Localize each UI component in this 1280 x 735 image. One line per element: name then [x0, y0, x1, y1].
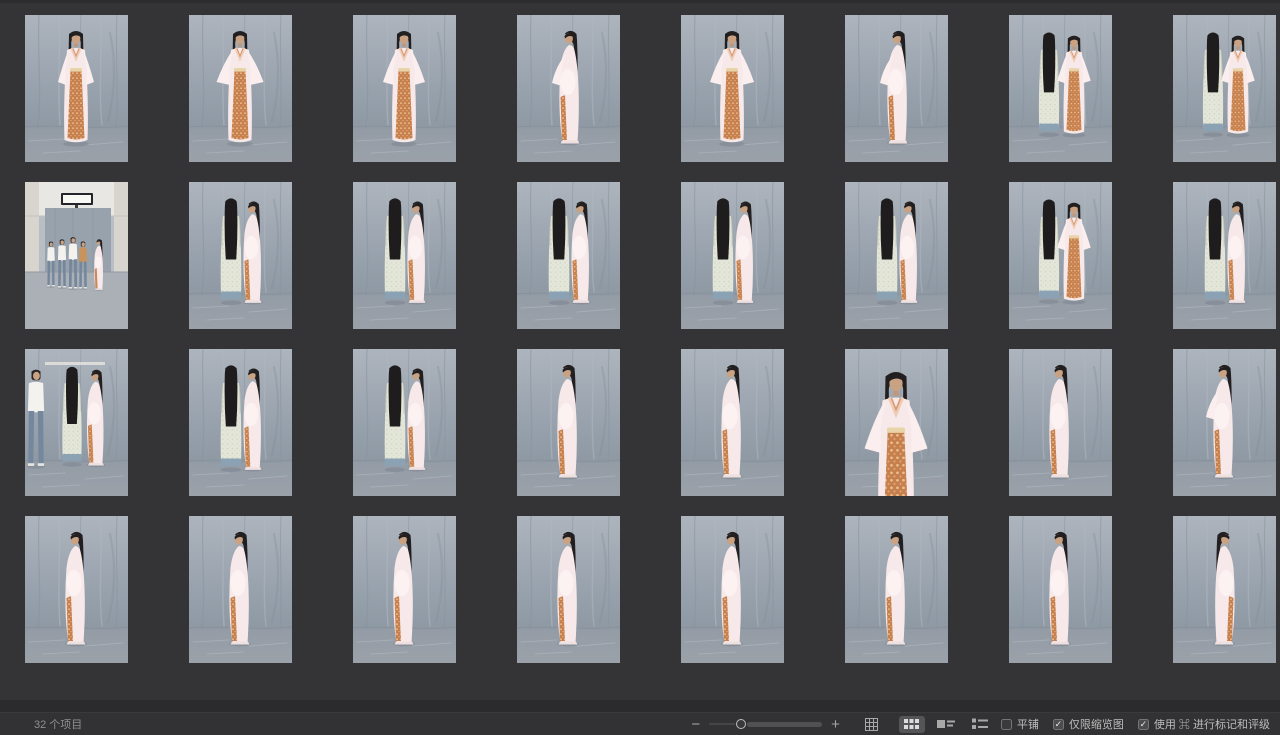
- status-bar-controls: − +: [691, 713, 1280, 735]
- photo-thumbnail[interactable]: [353, 182, 456, 329]
- photo-thumbnail-image: [189, 15, 292, 162]
- photo-thumbnail-image: [845, 182, 948, 329]
- photo-thumbnail-image: [1173, 182, 1276, 329]
- zoom-in-button[interactable]: +: [831, 717, 840, 732]
- checkbox-unchecked-icon[interactable]: [1001, 719, 1012, 730]
- photo-thumbnail[interactable]: [845, 516, 948, 663]
- photo-thumbnail[interactable]: [25, 349, 128, 496]
- photo-thumbnail[interactable]: [189, 349, 292, 496]
- list-view-button[interactable]: [967, 716, 993, 733]
- thumbnail-grid: [0, 0, 1280, 663]
- photo-thumbnail[interactable]: [1009, 349, 1112, 496]
- photo-thumbnail-image: [353, 15, 456, 162]
- photo-thumbnail[interactable]: [189, 15, 292, 162]
- photo-thumbnail[interactable]: [1173, 15, 1276, 162]
- photo-thumbnail-image: [681, 349, 784, 496]
- photo-thumbnail-image: [517, 15, 620, 162]
- photo-thumbnail-image: [1173, 516, 1276, 663]
- photo-thumbnail-image: [1009, 182, 1112, 329]
- list-view-icon: [972, 718, 988, 730]
- photo-thumbnail-image: [1173, 15, 1276, 162]
- photo-thumbnail-image: [189, 182, 292, 329]
- photo-thumbnail[interactable]: [681, 516, 784, 663]
- photo-thumbnail[interactable]: [1009, 15, 1112, 162]
- photo-thumbnail[interactable]: [517, 349, 620, 496]
- photo-thumbnail-image: [353, 349, 456, 496]
- checkbox-label: 平铺: [1017, 716, 1039, 732]
- photo-thumbnail-image: [1009, 349, 1112, 496]
- checkbox-option-2[interactable]: ✓ 使用 ⌘ 进行标记和评级: [1138, 716, 1270, 732]
- photo-thumbnail[interactable]: [1009, 516, 1112, 663]
- photo-thumbnail[interactable]: [681, 182, 784, 329]
- checkbox-option-0[interactable]: 平铺: [1001, 716, 1039, 732]
- photo-thumbnail-image: [25, 349, 128, 496]
- checkbox-checked-icon[interactable]: ✓: [1053, 719, 1064, 730]
- photo-thumbnail-image: [189, 516, 292, 663]
- grid-overlay-button[interactable]: [864, 717, 879, 732]
- photo-thumbnail-image: [25, 516, 128, 663]
- photo-thumbnail[interactable]: [353, 349, 456, 496]
- item-count: 32 个项目: [34, 716, 82, 732]
- grid-view-button[interactable]: [899, 716, 925, 733]
- thumbnail-size-slider[interactable]: [709, 718, 822, 730]
- photo-thumbnail[interactable]: [517, 182, 620, 329]
- slider-track-right: [747, 722, 822, 727]
- photo-thumbnail-image: [845, 15, 948, 162]
- photo-thumbnail-image: [189, 349, 292, 496]
- photo-thumbnail[interactable]: [517, 15, 620, 162]
- photo-thumbnail-image: [517, 349, 620, 496]
- photo-thumbnail[interactable]: [25, 516, 128, 663]
- photo-thumbnail[interactable]: [1173, 182, 1276, 329]
- photo-thumbnail[interactable]: [845, 182, 948, 329]
- photo-thumbnail-image: [681, 516, 784, 663]
- photo-thumbnail[interactable]: [1173, 349, 1276, 496]
- photo-thumbnail[interactable]: [681, 349, 784, 496]
- photo-thumbnail-image: [681, 15, 784, 162]
- grid-view-icon: [904, 719, 919, 730]
- photo-thumbnail[interactable]: [845, 15, 948, 162]
- photo-thumbnail-image: [353, 182, 456, 329]
- photo-thumbnail-image: [517, 516, 620, 663]
- checkbox-checked-icon[interactable]: ✓: [1138, 719, 1149, 730]
- photo-thumbnail[interactable]: [189, 182, 292, 329]
- photo-thumbnail[interactable]: [353, 516, 456, 663]
- grid-overlay-icon: [864, 717, 879, 732]
- photo-thumbnail-image: [681, 182, 784, 329]
- photo-thumbnail[interactable]: [1173, 516, 1276, 663]
- photo-thumbnail-image: [1009, 15, 1112, 162]
- slider-knob[interactable]: [736, 719, 746, 729]
- photo-thumbnail-image: [25, 182, 128, 329]
- status-bar: 32 个项目 − +: [0, 712, 1280, 735]
- photo-thumbnail[interactable]: [25, 15, 128, 162]
- zoom-out-button[interactable]: −: [691, 717, 700, 732]
- photo-thumbnail-image: [845, 516, 948, 663]
- photo-thumbnail-image: [353, 516, 456, 663]
- thumbnail-info-view-icon: [937, 719, 955, 730]
- photo-thumbnail[interactable]: [353, 15, 456, 162]
- checkbox-option-1[interactable]: ✓ 仅限缩览图: [1053, 716, 1124, 732]
- thumbnail-info-view-button[interactable]: [933, 716, 959, 733]
- photo-thumbnail-image: [845, 349, 948, 496]
- photo-thumbnail[interactable]: [845, 349, 948, 496]
- photo-thumbnail-image: [1173, 349, 1276, 496]
- slider-track-left: [709, 723, 735, 725]
- photo-thumbnail-image: [25, 15, 128, 162]
- photo-thumbnail-image: [517, 182, 620, 329]
- photo-thumbnail[interactable]: [517, 516, 620, 663]
- option-checkboxes: 平铺 ✓ 仅限缩览图 ✓ 使用 ⌘ 进行标记和评级: [1001, 716, 1280, 732]
- scrollbar-gutter[interactable]: [0, 700, 1280, 712]
- photo-thumbnail[interactable]: [1009, 182, 1112, 329]
- checkbox-label: 使用 ⌘ 进行标记和评级: [1154, 716, 1270, 732]
- checkbox-label: 仅限缩览图: [1069, 716, 1124, 732]
- photo-thumbnail[interactable]: [25, 182, 128, 329]
- photo-thumbnail[interactable]: [681, 15, 784, 162]
- photo-thumbnail[interactable]: [189, 516, 292, 663]
- photo-thumbnail-image: [1009, 516, 1112, 663]
